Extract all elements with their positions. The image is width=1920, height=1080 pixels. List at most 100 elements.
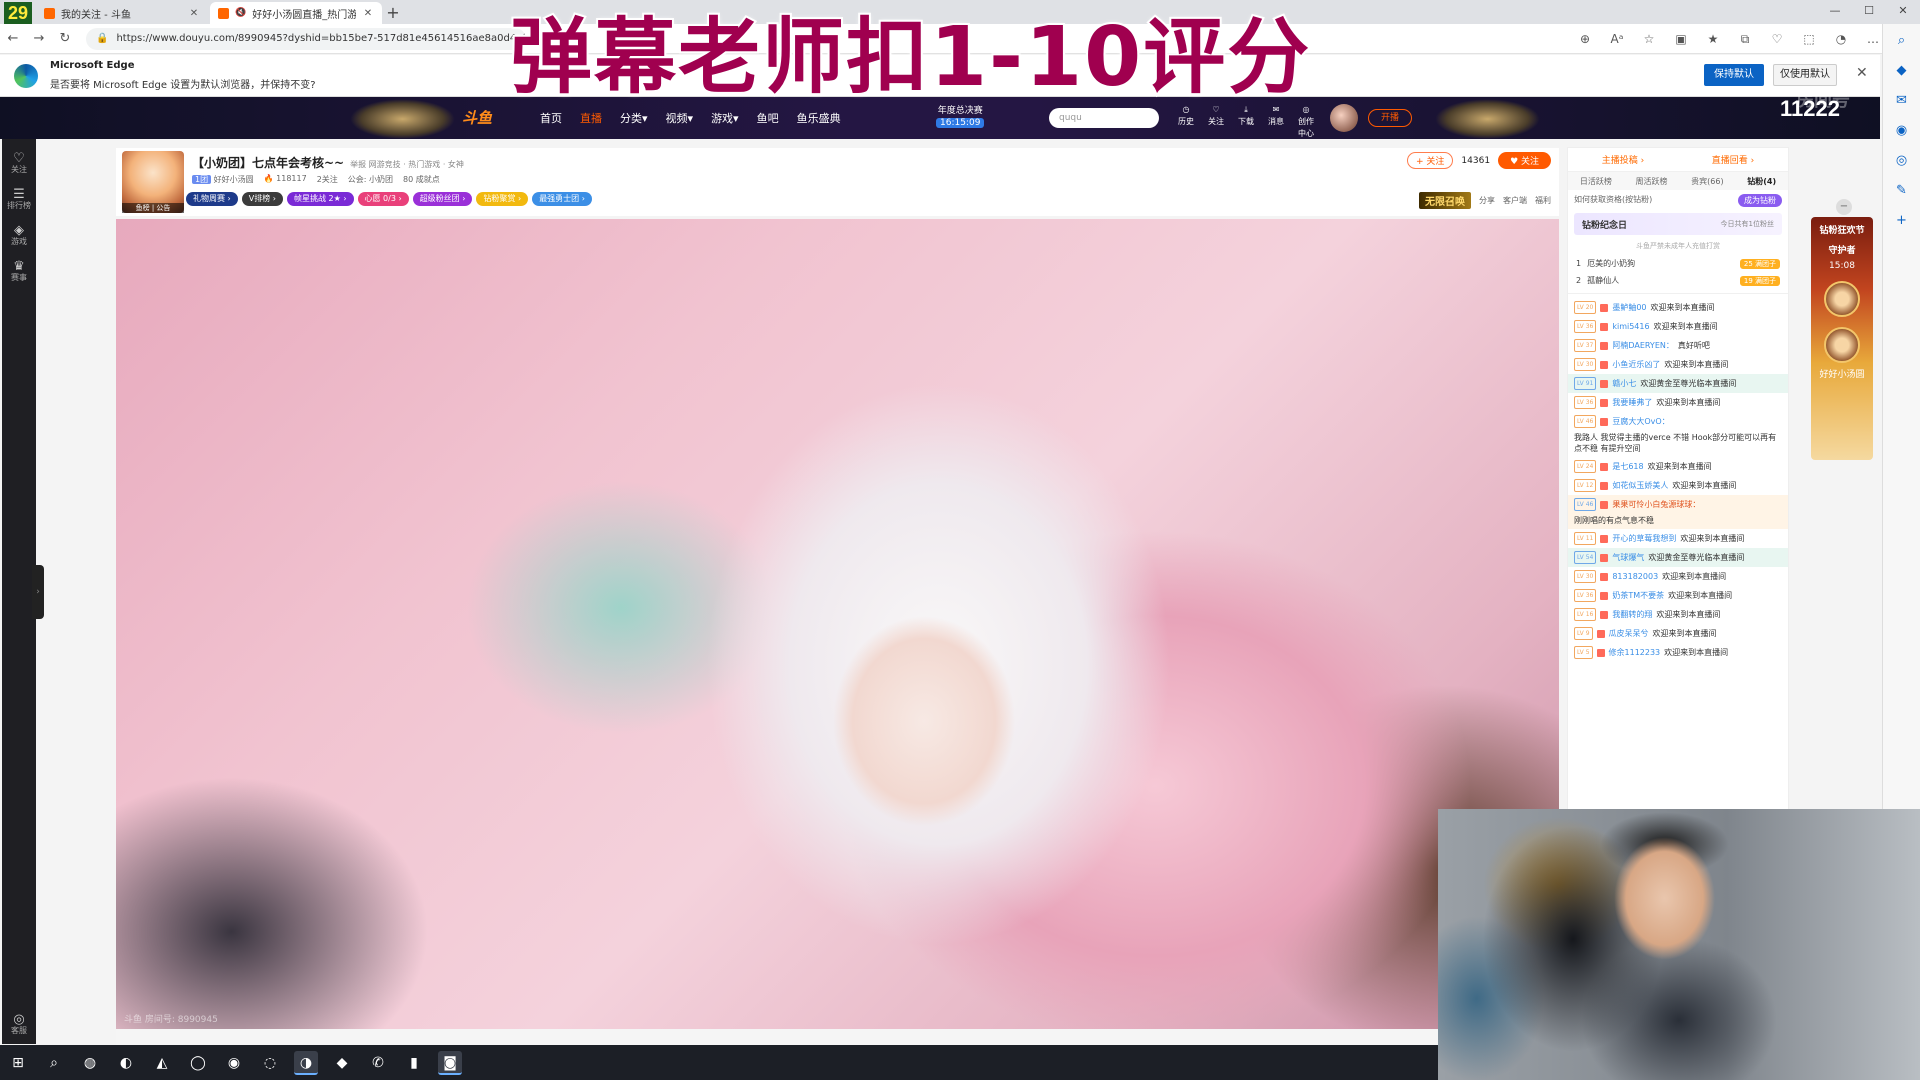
- chat-message[interactable]: LV 36 奶茶TM不要茶 欢迎来到本直播间: [1568, 586, 1788, 605]
- chat-message[interactable]: LV 9 瓜皮呆呆兮 欢迎来到本直播间: [1568, 624, 1788, 643]
- edge-games-icon[interactable]: ◉: [1887, 118, 1917, 144]
- chat-user[interactable]: 我要睡弗了: [1612, 397, 1652, 408]
- tab-close-icon[interactable]: ✕: [188, 8, 200, 19]
- speaker-muted-icon[interactable]: 🔇: [235, 8, 246, 18]
- anniversary-banner[interactable]: 钻粉纪念日 今日共有1位粉丝: [1574, 213, 1782, 235]
- start-icon[interactable]: ⊞: [6, 1051, 30, 1075]
- netease-music-icon[interactable]: ◉: [222, 1051, 246, 1075]
- subtab-vip[interactable]: 贵宾(66): [1691, 176, 1723, 187]
- zoom-icon[interactable]: ⊕: [1572, 28, 1598, 50]
- app-icon[interactable]: ◌: [258, 1051, 282, 1075]
- badge-v-rank[interactable]: V排榜 ›: [241, 192, 283, 206]
- chat-message[interactable]: LV 24 是七618 欢迎来到本直播间: [1568, 457, 1788, 476]
- favorite-icon[interactable]: ☆: [1636, 28, 1662, 50]
- chat-message-vip[interactable]: LV 54 气球爆气 欢迎黄金至尊光临本直播间: [1568, 548, 1788, 567]
- badge-gift-week[interactable]: 礼物周赛 ›: [186, 192, 238, 206]
- nav-live[interactable]: 直播: [580, 110, 602, 126]
- user-avatar[interactable]: [1330, 104, 1358, 132]
- read-aloud-icon[interactable]: Aᵃ: [1604, 28, 1630, 50]
- sidebar-item-follow[interactable]: ♡ 关注: [2, 152, 36, 175]
- become-diamond-button[interactable]: 成为钻粉: [1738, 194, 1782, 207]
- follow-button[interactable]: ♡ 关注: [1205, 104, 1227, 140]
- edge-office-icon[interactable]: ◎: [1887, 148, 1917, 174]
- chat-user[interactable]: 墨鲈鲉00: [1612, 302, 1646, 313]
- follow-button[interactable]: ♥ 关注: [1498, 152, 1551, 169]
- chat-user[interactable]: kimi5416: [1612, 321, 1649, 332]
- chat-user[interactable]: 开心的草莓我想到: [1612, 533, 1676, 544]
- chat-message[interactable]: LV 30 小鱼近乐凶了 欢迎来到本直播间: [1568, 355, 1788, 374]
- streamer-name[interactable]: 好好小汤圆: [214, 175, 254, 184]
- sidebar-item-events[interactable]: ♛ 赛事: [2, 260, 36, 283]
- search-input[interactable]: ququ: [1049, 108, 1159, 128]
- edge-add-icon[interactable]: +: [1887, 208, 1917, 234]
- subtab-diamond[interactable]: 钻粉(4): [1747, 176, 1776, 187]
- browser-tab-follow[interactable]: 我的关注 - 斗鱼 ✕: [36, 2, 208, 24]
- chat-message[interactable]: LV 30 813182003 欢迎来到本直播间: [1568, 567, 1788, 586]
- nav-category[interactable]: 分类▾: [620, 110, 648, 126]
- promo-banner[interactable]: 无限召唤: [1419, 192, 1471, 209]
- close-window-button[interactable]: ✕: [1886, 0, 1920, 22]
- chat-user[interactable]: 奶茶TM不要茶: [1612, 590, 1664, 601]
- nav-games[interactable]: 游戏▾: [711, 110, 739, 126]
- downloads-icon[interactable]: ⬚: [1796, 28, 1822, 50]
- share-button[interactable]: 分享: [1479, 195, 1495, 206]
- chat-message[interactable]: LV 20 墨鲈鲉00 欢迎来到本直播间: [1568, 298, 1788, 317]
- chat-message-vip[interactable]: LV 46 果果可怜小白兔源球球： 刚刚唱的有点气息不稳: [1568, 495, 1788, 529]
- app-icon[interactable]: ◭: [150, 1051, 174, 1075]
- subtab-daily[interactable]: 日活跃榜: [1580, 176, 1612, 187]
- app-icon[interactable]: ▮: [402, 1051, 426, 1075]
- tab-replay[interactable]: 直播回看 ›: [1712, 153, 1754, 166]
- rank-row[interactable]: 1 厄美的小奶狗 25 满团子: [1568, 255, 1788, 272]
- edge-drop-icon[interactable]: ✎: [1887, 178, 1917, 204]
- edge-mail-icon[interactable]: ✉: [1887, 88, 1917, 114]
- chat-user[interactable]: 小鱼近乐凶了: [1612, 359, 1660, 370]
- set-default-button[interactable]: 仅使用默认: [1773, 64, 1837, 86]
- badge-warrior-team[interactable]: 最强勇士团 ›: [532, 192, 592, 206]
- nav-fishbar[interactable]: 鱼吧: [757, 110, 779, 126]
- nav-home[interactable]: 首页: [540, 110, 562, 126]
- infobar-close-icon[interactable]: ✕: [1856, 65, 1868, 81]
- streamer-avatar[interactable]: 鱼榜 | 公告: [122, 151, 184, 213]
- chat-message-vip[interactable]: LV 91 赣小七 欢迎黄金至尊光临本直播间: [1568, 374, 1788, 393]
- subtab-weekly[interactable]: 周活跃榜: [1636, 176, 1668, 187]
- sidebar-item-rank[interactable]: ☰ 排行榜: [2, 188, 36, 211]
- edge-taskbar-icon[interactable]: ◑: [294, 1050, 318, 1075]
- year-final-badge[interactable]: 年度总决赛 16:15:09: [936, 105, 985, 129]
- chat-user[interactable]: 阿楠DAERYEN：: [1612, 340, 1674, 351]
- chat-message[interactable]: LV 5 修余1112233 欢迎来到本直播间: [1568, 643, 1788, 662]
- welfare-button[interactable]: 福利: [1535, 195, 1551, 206]
- client-button[interactable]: 客户端: [1503, 195, 1527, 206]
- maximize-button[interactable]: ☐: [1852, 0, 1886, 22]
- app-icon[interactable]: ◆: [330, 1051, 354, 1075]
- new-tab-button[interactable]: +: [382, 2, 404, 24]
- douyu-logo[interactable]: 斗鱼: [462, 107, 492, 128]
- refresh-icon[interactable]: ↻: [52, 31, 78, 46]
- forward-icon[interactable]: →: [26, 31, 52, 46]
- guild-notice[interactable]: 公会: 小奶团: [348, 174, 393, 185]
- url-input[interactable]: 🔒 https://www.douyu.com/8990945?dyshid=b…: [86, 27, 526, 50]
- favorites-icon[interactable]: ★: [1700, 28, 1726, 50]
- chat-user[interactable]: 果果可怜小白兔源球球：: [1612, 499, 1700, 510]
- split-screen-icon[interactable]: ▣: [1668, 28, 1694, 50]
- keep-default-button[interactable]: 保持默认: [1704, 64, 1764, 86]
- extensions-icon[interactable]: ♡: [1764, 28, 1790, 50]
- chat-user[interactable]: 如花似玉娇美人: [1612, 480, 1668, 491]
- chat-message[interactable]: LV 36 我要睡弗了 欢迎来到本直播间: [1568, 393, 1788, 412]
- badge-super-fan[interactable]: 超级粉丝团 ›: [412, 192, 473, 206]
- video-player[interactable]: 斗鱼 房间号: 8990945: [116, 219, 1559, 1029]
- badge-diamond-fan[interactable]: 钻粉聚赏 ›: [476, 192, 529, 206]
- chat-user[interactable]: 修余1112233: [1609, 647, 1661, 658]
- tab-streamer-posts[interactable]: 主播投稿 ›: [1602, 153, 1644, 166]
- fan-club-button[interactable]: + 关注: [1407, 152, 1454, 169]
- edge-search-icon[interactable]: ⌕: [1887, 28, 1917, 54]
- history-button[interactable]: ◷ 历史: [1175, 104, 1197, 140]
- sidebar-item-games[interactable]: ◈ 游戏: [2, 224, 36, 247]
- profile-icon[interactable]: ◔: [1828, 28, 1854, 50]
- chat-user[interactable]: 813182003: [1612, 571, 1658, 582]
- rank-row[interactable]: 2 孤静仙人 19 满团子: [1568, 272, 1788, 289]
- edge-copilot-icon[interactable]: ◆: [1887, 58, 1917, 84]
- chat-user[interactable]: 赣小七: [1612, 378, 1636, 389]
- start-live-button[interactable]: 开播: [1368, 109, 1412, 127]
- app-icon[interactable]: ◐: [114, 1051, 138, 1075]
- collapse-ad-button[interactable]: −: [1836, 199, 1852, 215]
